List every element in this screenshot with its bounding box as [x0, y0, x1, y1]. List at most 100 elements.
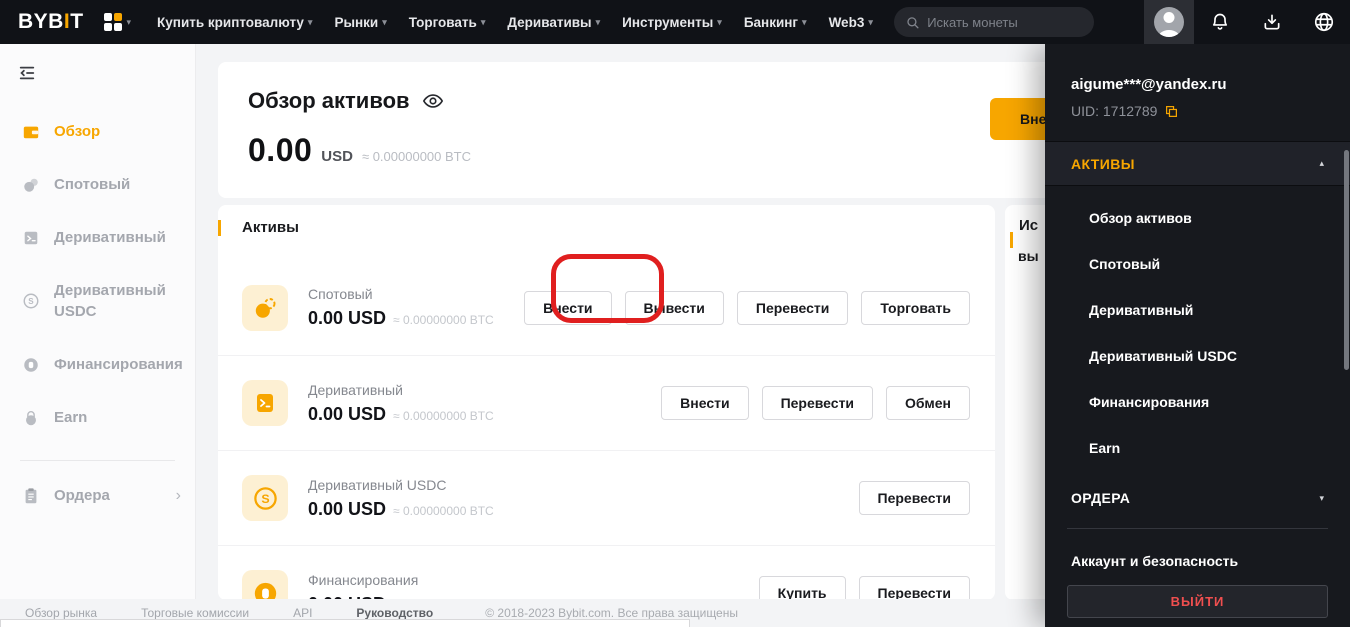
sidebar-item-financing[interactable]: Финансирования [0, 354, 195, 375]
chevron-down-icon: ▾ [480, 16, 486, 27]
panel-assets-header: АКТИВЫ [1071, 155, 1135, 172]
panel-item-account-security[interactable]: Аккаунт и безопасность [1071, 553, 1324, 569]
nav-buy-crypto[interactable]: Купить криптовалюту ▾ [157, 15, 312, 30]
sidebar-item-earn[interactable]: Earn [0, 407, 195, 428]
nav-tools[interactable]: Инструменты ▾ [622, 15, 722, 30]
chevron-down-icon: ▾ [802, 16, 807, 27]
usdc-asset-icon: S [242, 475, 288, 521]
apps-grid-icon [103, 13, 122, 31]
funding-circle-icon [24, 357, 38, 372]
panel-item-earn[interactable]: Earn [1045, 440, 1350, 456]
footer-copyright: © 2018-2023 Bybit.com. Все права защищен… [485, 606, 738, 620]
notifications-button[interactable] [1194, 12, 1246, 32]
asset-row-derivatives-usdc: S Деривативный USDC 0.00 USD ≈ 0.0000000… [218, 450, 995, 545]
sidebar-item-label: Ордера [54, 487, 110, 504]
history-section-title-fragment2: вы [1018, 248, 1039, 264]
panel-item-financing[interactable]: Финансирования [1045, 394, 1350, 410]
chevron-down-icon: ▾ [307, 16, 313, 27]
financing-transfer-button[interactable]: Перевести [858, 576, 970, 600]
asset-row-derivatives: Деривативный 0.00 USD ≈ 0.00000000 BTC В… [218, 355, 995, 450]
nav-banking[interactable]: Банкинг ▾ [744, 15, 807, 30]
language-button[interactable] [1298, 11, 1350, 33]
panel-item-derivatives-usdc[interactable]: Деривативный USDC [1045, 348, 1350, 364]
financing-asset-icon [242, 570, 288, 600]
asset-row-financing: Финансирования 0.00 USD ≈ 0.00000000 BTC… [218, 545, 995, 600]
top-navbar: BYBIT ▾ Купить криптовалюту ▾ Рынки ▾ Торг… [0, 0, 1350, 44]
total-balance-btc-approx: ≈ 0.00000000 BTC [361, 149, 471, 164]
logout-button[interactable]: ВЫЙТИ [1067, 585, 1328, 618]
coin-search[interactable] [894, 7, 1094, 37]
sidebar-collapse-button[interactable] [18, 64, 36, 87]
logo-text-suffix: T [70, 10, 84, 33]
copy-icon[interactable] [1165, 105, 1178, 118]
account-uid: UID: 1712789 [1071, 103, 1158, 119]
account-dropdown-panel: aigume***@yandex.ru UID: 1712789 АКТИВЫ … [1045, 44, 1350, 627]
clipped-overlay-box [0, 619, 690, 627]
chevron-down-icon: ▾ [1319, 492, 1324, 503]
sidebar-item-overview[interactable]: Обзор [0, 121, 195, 142]
asset-name: Деривативный [308, 381, 403, 398]
spot-asset-icon [242, 284, 288, 331]
usdc-transfer-button[interactable]: Перевести [858, 481, 970, 515]
asset-name: Финансирования [308, 571, 419, 588]
panel-item-spot[interactable]: Спотовый [1045, 256, 1350, 272]
derivatives-transfer-button[interactable]: Перевести [761, 386, 874, 420]
asset-row-spot: Спотовый 0.00 USD ≈ 0.00000000 BTC Внест… [218, 260, 995, 355]
derivatives-deposit-button[interactable]: Внести [661, 386, 749, 420]
panel-section-assets[interactable]: АКТИВЫ ▴ [1045, 141, 1350, 186]
section-accent-bar [218, 219, 221, 236]
sidebar-item-label: Финансирования [54, 356, 183, 373]
sidebar-item-label: Обзор [54, 123, 101, 140]
spot-trade-button[interactable]: Торговать [861, 290, 970, 325]
clipboard-icon [25, 487, 37, 503]
account-menu-button[interactable] [1144, 0, 1194, 44]
footer-link-guide[interactable]: Руководство [356, 606, 433, 620]
logo-text: BYB [18, 10, 64, 33]
sidebar-divider [20, 460, 175, 461]
footer-link-market-overview[interactable]: Обзор рынка [25, 606, 97, 620]
sidebar-item-spot[interactable]: Спотовый [0, 174, 195, 195]
spot-transfer-button[interactable]: Перевести [736, 290, 849, 325]
sidebar-item-derivatives-usdc[interactable]: S Деривативный USDC [0, 280, 195, 322]
total-balance-currency: USD [321, 148, 353, 165]
navbar-icons [1144, 0, 1350, 44]
financing-buy-button[interactable]: Купить [758, 576, 846, 600]
spot-deposit-button[interactable]: Внести [524, 290, 612, 325]
sidebar-item-label: Деривативный [54, 229, 166, 246]
nav-trade[interactable]: Торговать ▾ [409, 15, 486, 30]
eye-icon[interactable] [422, 90, 444, 112]
chevron-right-icon: › [175, 486, 181, 504]
download-app-button[interactable] [1246, 12, 1298, 32]
derivatives-convert-button[interactable]: Обмен [886, 386, 970, 420]
bybit-logo[interactable]: BYBIT [18, 10, 84, 34]
search-input[interactable] [927, 14, 1082, 30]
panel-divider [1067, 528, 1328, 529]
wallet-icon [23, 126, 39, 138]
sidebar-item-derivatives[interactable]: Деривативный [0, 227, 195, 248]
download-icon [1264, 14, 1280, 30]
sidebar-item-orders[interactable]: Ордера › [0, 485, 195, 506]
sidebar-item-label: Спотовый [54, 176, 131, 193]
apps-menu-button[interactable]: ▾ [103, 13, 131, 31]
panel-item-derivatives[interactable]: Деривативный [1045, 302, 1350, 318]
usdc-circle-icon: S [23, 293, 39, 309]
asset-btc-approx: ≈ 0.00000000 BTC [393, 408, 494, 423]
history-section-title-fragment: Ис [1019, 217, 1039, 234]
asset-btc-approx: ≈ 0.00000000 BTC [393, 503, 494, 518]
nav-markets[interactable]: Рынки ▾ [334, 15, 386, 30]
asset-amount: 0.00 USD [308, 308, 387, 328]
footer-link-trading-fees[interactable]: Торговые комиссии [141, 606, 249, 620]
nav-derivatives[interactable]: Деривативы ▾ [507, 15, 600, 30]
panel-scrollbar[interactable] [1344, 150, 1349, 370]
panel-item-asset-overview[interactable]: Обзор активов [1045, 210, 1350, 226]
footer-link-api[interactable]: API [293, 606, 312, 620]
total-balance-value: 0.00 [248, 132, 313, 168]
main-menu: Купить криптовалюту ▾ Рынки ▾ Торговать ▾ Д… [157, 15, 873, 30]
spot-withdraw-button[interactable]: Вывести [624, 290, 724, 325]
asset-name: Спотовый [308, 286, 373, 302]
asset-amount: 0.00 USD [308, 403, 387, 424]
globe-icon [1314, 12, 1334, 32]
panel-section-orders[interactable]: ОРДЕРА ▾ [1045, 490, 1350, 506]
sidebar-item-label: Деривативный USDC [54, 282, 166, 320]
nav-web3[interactable]: Web3 ▾ [829, 15, 873, 30]
